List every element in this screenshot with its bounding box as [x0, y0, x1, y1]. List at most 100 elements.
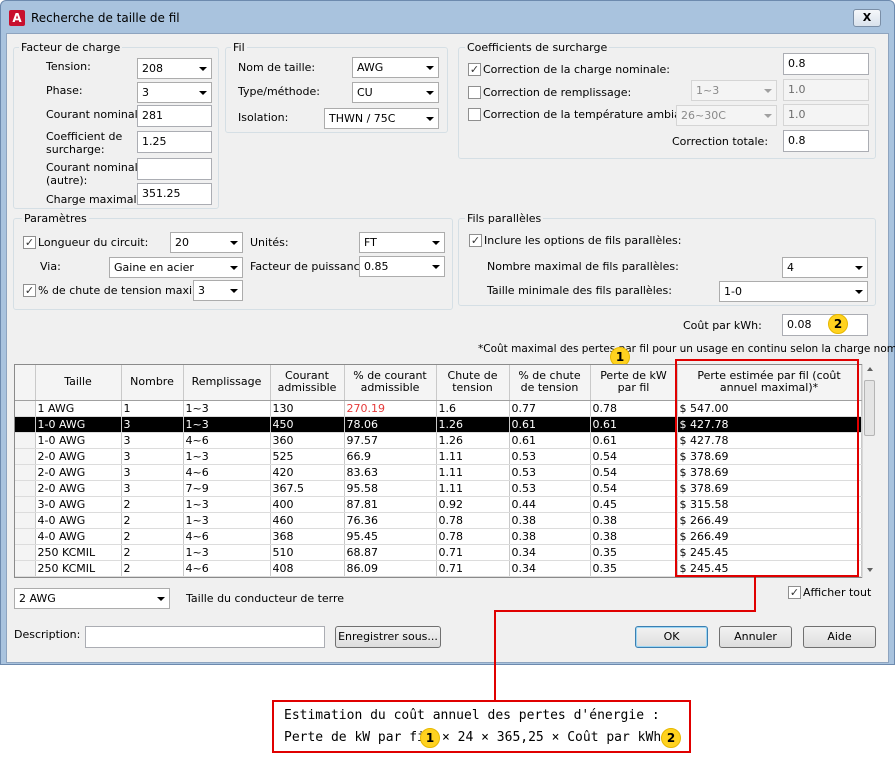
column-header[interactable]: Nombre — [121, 365, 184, 401]
table-scrollbar[interactable] — [862, 364, 876, 578]
cell-courant-admissible: 400 — [270, 496, 345, 513]
close-button[interactable]: X — [853, 9, 881, 27]
cell-remplissage: 1~3 — [183, 544, 271, 561]
correction-totale-input[interactable]: 0.8 — [783, 130, 869, 152]
temperature-input[interactable]: 1.0 — [783, 104, 869, 126]
temperature-combo[interactable]: 26~30C — [676, 105, 777, 126]
row-header-cell[interactable] — [15, 400, 36, 417]
cell-taille: 1-0 AWG — [35, 432, 122, 449]
cell-pct-chute: 0.34 — [509, 560, 591, 577]
cell-perte-kw: 0.78 — [590, 400, 678, 417]
cell-taille: 1-0 AWG — [35, 416, 122, 433]
cell-taille: 2-0 AWG — [35, 448, 122, 465]
row-header-cell[interactable] — [15, 544, 36, 561]
nombre-max-combo[interactable]: 4 — [782, 257, 868, 278]
cell-courant-admissible: 450 — [270, 416, 345, 433]
courant-nominal-input[interactable]: 281 — [137, 105, 212, 127]
cell-pct-chute: 0.61 — [509, 432, 591, 449]
isolation-label: Isolation: — [238, 111, 289, 124]
courant-nominal-label: Courant nominal: — [46, 108, 142, 121]
cout-kwh-input[interactable]: 0.08 — [782, 314, 868, 336]
phase-combo[interactable]: 3 — [137, 82, 212, 103]
group-title-coefficients: Coefficients de surcharge — [465, 41, 610, 54]
column-header[interactable]: % de chute de tension — [509, 365, 591, 401]
chevron-down-icon — [230, 289, 238, 293]
remplissage-checkbox[interactable] — [468, 86, 481, 99]
scroll-up-icon[interactable] — [867, 367, 873, 371]
ground-size-combo[interactable]: 2 AWG — [14, 588, 170, 609]
chevron-down-icon — [199, 91, 207, 95]
row-header-cell[interactable] — [15, 432, 36, 449]
longueur-checkbox[interactable]: ✓ — [23, 236, 36, 249]
tension-combo[interactable]: 208 — [137, 58, 212, 79]
coef-surcharge-input[interactable]: 1.25 — [137, 131, 212, 153]
column-header[interactable]: % de courant admissible — [344, 365, 437, 401]
cell-remplissage: 4~6 — [183, 528, 271, 545]
description-input[interactable] — [85, 626, 325, 648]
inclure-paralleles-checkbox[interactable]: ✓ — [469, 234, 482, 247]
longueur-combo[interactable]: 20 — [170, 232, 243, 253]
row-header-cell[interactable] — [15, 528, 36, 545]
column-header[interactable]: Perte de kW par fil — [590, 365, 678, 401]
save-as-button[interactable]: Enregistrer sous... — [335, 626, 441, 648]
cell-nombre: 2 — [121, 560, 184, 577]
column-header[interactable]: Chute de tension — [436, 365, 510, 401]
scroll-thumb[interactable] — [864, 380, 875, 436]
row-header-cell[interactable] — [15, 448, 36, 465]
afficher-tout-checkbox[interactable]: ✓ — [788, 586, 801, 599]
charge-nominale-checkbox[interactable]: ✓ — [468, 63, 481, 76]
courant-autre-input[interactable] — [137, 158, 212, 180]
scroll-down-icon[interactable] — [867, 568, 873, 572]
chevron-down-icon — [764, 114, 772, 118]
phase-label: Phase: — [46, 84, 83, 97]
unites-combo[interactable]: FT — [359, 232, 445, 253]
chute-tension-combo[interactable]: 3 — [193, 280, 243, 301]
courant-autre-label-2: (autre): — [46, 174, 88, 187]
afficher-tout-label: Afficher tout — [803, 586, 872, 599]
cell-taille: 1 AWG — [35, 400, 122, 417]
isolation-combo[interactable]: THWN / 75C — [324, 108, 439, 129]
cell-chute-tension: 1.11 — [436, 480, 510, 497]
taille-min-label: Taille minimale des fils parallèles: — [487, 284, 672, 297]
group-title-parametres: Paramètres — [22, 212, 89, 225]
row-header-cell[interactable] — [15, 416, 36, 433]
cell-taille: 2-0 AWG — [35, 480, 122, 497]
type-methode-combo[interactable]: CU — [352, 82, 439, 103]
column-header[interactable]: Courant admissible — [270, 365, 345, 401]
cell-courant-admissible: 408 — [270, 560, 345, 577]
charge-nominale-input[interactable]: 0.8 — [783, 53, 869, 75]
cell-courant-admissible: 367.5 — [270, 480, 345, 497]
help-button[interactable]: Aide — [803, 626, 876, 648]
remplissage-combo[interactable]: 1~3 — [691, 80, 777, 101]
temperature-checkbox[interactable] — [468, 108, 481, 121]
cell-chute-tension: 1.6 — [436, 400, 510, 417]
cell-pct-courant: 68.87 — [344, 544, 437, 561]
table-header-corner — [15, 365, 36, 401]
row-header-cell[interactable] — [15, 496, 36, 513]
remplissage-input[interactable]: 1.0 — [783, 79, 869, 101]
chute-tension-label: % de chute de tension maximal: — [38, 284, 217, 297]
nom-taille-combo[interactable]: AWG — [352, 57, 439, 78]
unites-label: Unités: — [250, 236, 289, 249]
row-header-cell[interactable] — [15, 512, 36, 529]
cell-pct-courant: 76.36 — [344, 512, 437, 529]
group-title-facteur-charge: Facteur de charge — [19, 41, 123, 54]
annotation-line-1: Estimation du coût annuel des pertes d'é… — [284, 708, 660, 723]
cell-courant-admissible: 420 — [270, 464, 345, 481]
cell-chute-tension: 0.92 — [436, 496, 510, 513]
cancel-button[interactable]: Annuler — [719, 626, 792, 648]
taille-min-combo[interactable]: 1-0 — [719, 281, 868, 302]
cell-pct-courant: 66.9 — [344, 448, 437, 465]
chute-tension-checkbox[interactable]: ✓ — [23, 284, 36, 297]
column-header[interactable]: Taille — [35, 365, 122, 401]
row-header-cell[interactable] — [15, 464, 36, 481]
cout-kwh-label: Coût par kWh: — [683, 319, 762, 332]
cell-courant-admissible: 130 — [270, 400, 345, 417]
facteur-puissance-combo[interactable]: 0.85 — [359, 256, 445, 277]
ok-button[interactable]: OK — [635, 626, 708, 648]
row-header-cell[interactable] — [15, 560, 36, 577]
row-header-cell[interactable] — [15, 480, 36, 497]
via-combo[interactable]: Gaine en acier — [109, 257, 243, 278]
charge-max-input[interactable]: 351.25 — [137, 183, 212, 205]
column-header[interactable]: Remplissage — [183, 365, 271, 401]
